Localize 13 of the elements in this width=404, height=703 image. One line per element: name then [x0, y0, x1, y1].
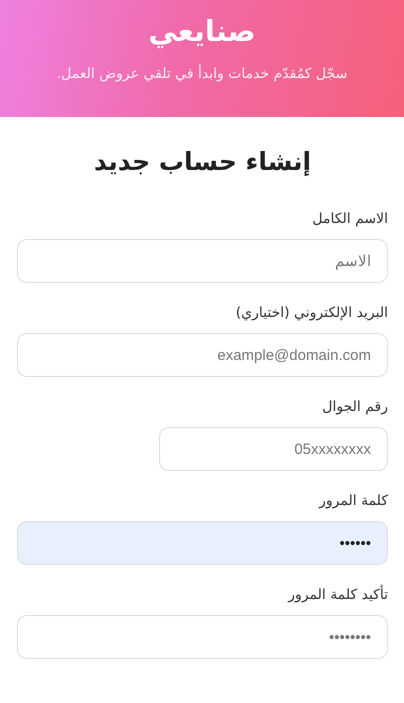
- input-field[interactable]: ••••••: [17, 521, 388, 565]
- field-label: البريد الإلكتروني (اختياري): [236, 304, 388, 323]
- input-field[interactable]: ••••••••: [17, 615, 388, 659]
- input-field[interactable]: 05xxxxxxxx: [159, 427, 388, 471]
- field-label: الاسم الكامل: [312, 210, 388, 229]
- field-label: تأكيد كلمة المرور: [288, 585, 388, 605]
- input-field[interactable]: الاسم: [17, 239, 388, 283]
- app-title: صنايعي: [148, 13, 256, 50]
- subtitle: سجّل كمُقدّم خدمات وابدأ في تلقي عروض العمل.: [56, 64, 348, 84]
- field-label: رقم الجوال: [322, 398, 388, 417]
- input-field[interactable]: example@domain.com: [17, 333, 388, 377]
- form-title: إنشاء حساب جديد: [92, 146, 312, 178]
- field-label: كلمة المرور: [319, 492, 388, 511]
